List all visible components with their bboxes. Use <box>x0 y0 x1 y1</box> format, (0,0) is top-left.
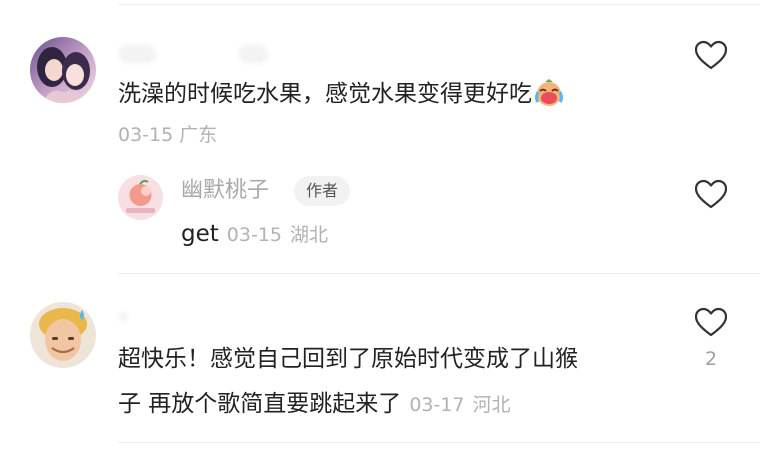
avatar[interactable] <box>30 37 96 103</box>
like-button[interactable] <box>694 40 728 70</box>
reply-author-name[interactable]: 幽默桃子 <box>181 176 269 206</box>
bottom-divider <box>118 442 760 443</box>
comment-text-line2: 子 再放个歌简直要跳起来了 <box>118 391 402 417</box>
username-blurred-part <box>238 45 268 63</box>
comment-date: 03-15 <box>118 124 174 146</box>
reply-text-line: get 03-15 湖北 <box>181 216 328 253</box>
username-blurred[interactable] <box>118 312 128 322</box>
heart-outline-icon <box>694 179 728 209</box>
comment-date: 03-17 <box>409 394 465 416</box>
reply-location: 湖北 <box>290 224 329 246</box>
comment-divider <box>118 273 760 274</box>
reply-date: 03-15 <box>226 224 282 246</box>
comment-text-line1: 超快乐！感觉自己回到了原始时代变成了山猴 <box>118 346 578 372</box>
comment-text-continued: 子 再放个歌简直要跳起来了 03-17 河北 <box>118 386 511 423</box>
like-button[interactable] <box>694 307 728 337</box>
username-blurred[interactable] <box>118 45 156 63</box>
reply-like-button[interactable] <box>694 179 728 209</box>
crying-laughing-face-emoji <box>534 79 564 118</box>
like-count: 2 <box>704 348 718 370</box>
author-badge: 作者 <box>294 176 351 206</box>
comment-text: 超快乐！感觉自己回到了原始时代变成了山猴 <box>118 341 578 377</box>
avatar[interactable] <box>30 302 96 368</box>
reply-text: get <box>181 221 219 247</box>
comment-text: 洗澡的时候吃水果，感觉水果变得更好吃 <box>118 76 564 118</box>
comments-page: 洗澡的时候吃水果，感觉水果变得更好吃 03-15 广东 幽默桃子 作者 get … <box>0 0 760 468</box>
author-avatar[interactable] <box>118 175 163 220</box>
heart-outline-icon <box>694 40 728 70</box>
comment-meta: 03-15 广东 <box>118 123 217 147</box>
comment-location: 广东 <box>179 124 218 146</box>
comment-location: 河北 <box>472 394 511 416</box>
top-divider <box>118 4 760 5</box>
heart-outline-icon <box>694 307 728 337</box>
